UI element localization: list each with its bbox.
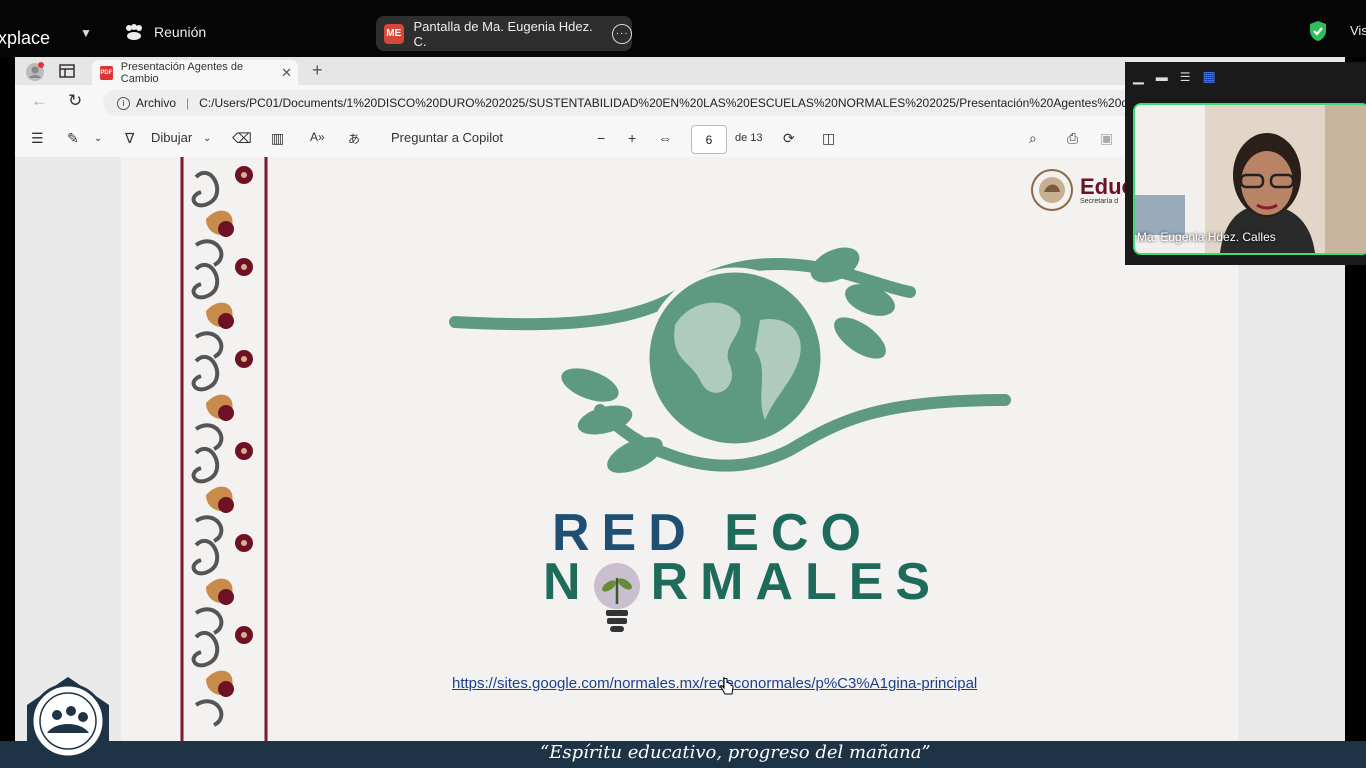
reload-icon[interactable]: ↻ — [68, 91, 82, 111]
view-label[interactable]: Vis — [1350, 23, 1366, 38]
draw-button[interactable]: Dibujar — [151, 130, 192, 145]
grid-layout-icon[interactable]: ▦ — [1203, 68, 1216, 85]
eraser-icon[interactable]: ⌫ — [232, 130, 252, 147]
address-prefix: Archivo — [136, 96, 177, 110]
translate-icon[interactable]: あ — [348, 130, 360, 147]
info-icon[interactable]: i — [117, 96, 130, 110]
tab-title: Presentación Agentes de Cambio — [120, 60, 244, 85]
secretaria-logo: Educ Secretaría d — [1030, 168, 1134, 212]
new-tab-button[interactable]: + — [312, 60, 323, 81]
earth-vine-logo — [449, 247, 1011, 473]
meeting-top-bar: xplace ▼ Reunión ME Pantalla de Ma. Euge… — [0, 0, 1366, 57]
floral-border-decoration — [166, 157, 282, 741]
app-brand: xplace — [0, 28, 51, 48]
small-layout-icon[interactable]: ▬ — [1156, 70, 1168, 84]
meeting-label: Reunión — [154, 24, 207, 40]
zoom-in-icon[interactable]: + — [628, 130, 636, 146]
rotate-icon[interactable]: ⟳ — [783, 130, 795, 147]
presenter-avatar: ME — [384, 23, 404, 44]
people-icon — [126, 24, 142, 40]
search-icon[interactable]: ⌕ — [1029, 130, 1037, 147]
coat-of-arms-icon — [1031, 169, 1073, 211]
video-layout-controls: ▁ ▬ ☰ ▦ — [1133, 68, 1216, 85]
print-icon[interactable]: ⎙ — [1067, 130, 1078, 147]
read-aloud-icon[interactable]: A» — [310, 130, 325, 144]
meeting-menu[interactable]: Reunión — [124, 24, 206, 40]
contents-icon[interactable]: ☰ — [31, 130, 44, 147]
shield-check-icon — [1310, 21, 1326, 41]
hand-cursor-icon — [720, 678, 734, 695]
fit-width-icon[interactable]: ⇔ — [658, 130, 672, 146]
title-n: N — [543, 553, 593, 611]
address-url: C:/Users/PC01/Documents/1%20DISCO%20DURO… — [199, 96, 1159, 110]
page-number-input[interactable]: 6 — [691, 125, 727, 154]
minimize-icon[interactable]: ▁ — [1133, 68, 1144, 85]
chevron-down-icon[interactable]: ⌄ — [203, 133, 211, 144]
more-options-icon[interactable]: ··· — [612, 23, 632, 44]
chevron-down-icon[interactable]: ▼ — [80, 26, 92, 40]
participant-video-panel: ▁ ▬ ☰ ▦ Ma. Eugenia Hdez. Calles — [1125, 62, 1366, 265]
lightbulb-plant-icon — [594, 563, 640, 632]
slogan-text: “Espíritu educativo, progreso del mañana… — [540, 742, 931, 763]
tab-presentation[interactable]: PDF Presentación Agentes de Cambio ✕ — [92, 60, 298, 85]
profile-icon[interactable] — [25, 62, 45, 82]
chevron-down-icon[interactable]: ⌄ — [94, 133, 102, 144]
draw-icon[interactable]: ∇ — [125, 130, 134, 147]
institution-seal-logo: TABASCO — [27, 677, 109, 759]
title-rmales: RMALES — [650, 553, 943, 611]
back-icon[interactable]: ← — [31, 91, 48, 111]
red-eco-normales-link[interactable]: https://sites.google.com/normales.mx/red… — [452, 675, 977, 692]
pdf-file-icon: PDF — [100, 65, 113, 80]
close-icon[interactable]: ✕ — [281, 65, 292, 81]
screen-share-label: Pantalla de Ma. Eugenia Hdez. C. — [413, 18, 593, 49]
two-page-icon[interactable]: ◫ — [822, 130, 835, 147]
seal-text: TABASCO — [56, 688, 80, 694]
page-total: de 13 — [735, 132, 763, 144]
participant-name: Ma. Eugenia Hdez. Calles — [1137, 230, 1276, 244]
save-icon[interactable]: ▣ — [1100, 130, 1113, 147]
copilot-button[interactable]: Preguntar a Copilot — [391, 130, 503, 145]
highlight-icon[interactable]: ✎ — [67, 130, 79, 147]
tab-actions-icon[interactable] — [59, 64, 75, 78]
page-view-icon[interactable]: ▥ — [271, 130, 284, 147]
zoom-out-icon[interactable]: − — [597, 130, 605, 146]
stacked-layout-icon[interactable]: ☰ — [1180, 70, 1191, 84]
screen-share-pill[interactable]: ME Pantalla de Ma. Eugenia Hdez. C. ··· — [376, 16, 632, 51]
